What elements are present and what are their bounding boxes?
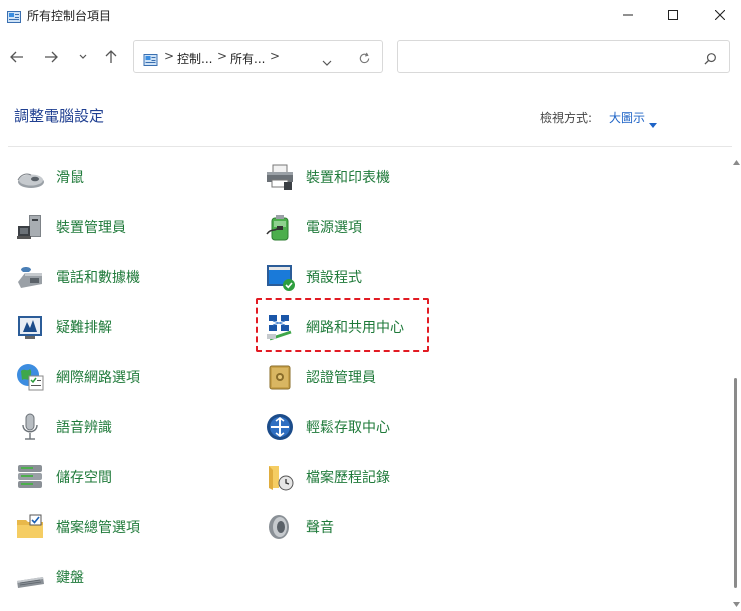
view-by-label: 檢視方式: [540,111,593,125]
speaker-icon [264,511,296,543]
breadcrumb-separator: > [217,49,228,63]
maximize-button[interactable] [648,0,698,30]
item-troubleshooting[interactable]: 疑難排解 [14,307,112,347]
scrollbar-thumb[interactable] [734,378,737,588]
microphone-icon [14,411,46,443]
address-history-button[interactable] [322,52,332,71]
item-label: 疑難排解 [56,320,112,336]
arrow-up-icon [105,50,117,63]
chevron-down-icon [322,60,332,66]
item-power-options[interactable]: 電源選項 [264,207,362,247]
item-sound[interactable]: 聲音 [264,507,334,547]
close-button[interactable] [695,0,741,30]
divider [8,146,732,147]
item-label: 裝置和印表機 [306,170,390,186]
back-button[interactable] [4,44,30,70]
scroll-up-icon[interactable] [733,150,740,169]
breadcrumb-separator: > [164,49,175,63]
minimize-button[interactable] [603,0,653,30]
item-label: 滑鼠 [56,170,84,186]
printer-icon [264,161,296,193]
minimize-icon [623,14,633,16]
item-credential-manager[interactable]: 認證管理員 [264,357,376,397]
caret-down-icon[interactable] [649,113,657,132]
breadcrumb-control-panel[interactable]: 控制... [177,50,212,67]
up-button[interactable] [98,44,124,70]
device-manager-icon [14,211,46,243]
item-label: 檔案總管選項 [56,520,140,536]
credential-manager-icon [264,361,296,393]
title-bar: 所有控制台項目 [0,0,741,30]
item-label: 裝置管理員 [56,220,126,236]
item-internet-options[interactable]: 網際網路選項 [14,357,140,397]
item-phone-modem[interactable]: 電話和數據機 [14,257,140,297]
window-title: 所有控制台項目 [27,9,112,23]
control-panel-icon [7,8,21,23]
address-bar[interactable]: > 控制... > 所有... > [133,40,383,73]
item-label: 預設程式 [306,270,362,286]
file-history-icon [264,461,296,493]
maximize-icon [668,10,678,20]
arrow-left-icon [10,51,23,63]
phone-modem-icon [14,261,46,293]
breadcrumb-separator: > [270,49,281,63]
arrow-right-icon [45,51,58,63]
storage-spaces-icon [14,461,46,493]
item-label: 儲存空間 [56,470,112,486]
power-options-icon [264,211,296,243]
item-keyboard[interactable]: 鍵盤 [14,557,84,597]
mouse-icon [14,161,46,193]
search-icon [704,50,717,69]
item-label: 聲音 [306,520,334,536]
ease-of-access-icon [264,411,296,443]
item-ease-of-access[interactable]: 輕鬆存取中心 [264,407,390,447]
troubleshooting-icon [14,311,46,343]
default-programs-icon [264,261,296,293]
refresh-icon [359,52,370,64]
refresh-button[interactable] [358,50,371,69]
item-label: 檔案歷程記錄 [306,470,390,486]
scroll-down-icon[interactable] [733,592,740,611]
item-speech-recognition[interactable]: 語音辨識 [14,407,112,447]
item-label: 鍵盤 [56,570,84,586]
close-icon [715,10,725,20]
recent-locations-button[interactable] [70,44,96,70]
control-panel-icon [143,51,158,70]
search-input[interactable] [397,40,730,73]
internet-options-icon [14,361,46,393]
breadcrumb-all-items[interactable]: 所有... [230,50,265,67]
item-mouse[interactable]: 滑鼠 [14,157,84,197]
item-label: 網際網路選項 [56,370,140,386]
item-label: 電源選項 [306,220,362,236]
keyboard-icon [14,561,46,593]
chevron-down-icon [79,54,87,59]
item-folder-options[interactable]: 檔案總管選項 [14,507,140,547]
item-label: 輕鬆存取中心 [306,420,390,436]
item-devices-printers[interactable]: 裝置和印表機 [264,157,390,197]
item-device-manager[interactable]: 裝置管理員 [14,207,126,247]
folder-options-icon [14,511,46,543]
item-label: 認證管理員 [306,370,376,386]
item-file-history[interactable]: 檔案歷程記錄 [264,457,390,497]
view-by-dropdown[interactable]: 大圖示 [609,109,645,126]
item-default-programs[interactable]: 預設程式 [264,257,362,297]
page-title: 調整電腦設定 [14,107,105,125]
item-label: 語音辨識 [56,420,112,436]
item-storage-spaces[interactable]: 儲存空間 [14,457,112,497]
forward-button[interactable] [38,44,64,70]
highlight-box [256,298,429,352]
item-label: 電話和數據機 [56,270,140,286]
